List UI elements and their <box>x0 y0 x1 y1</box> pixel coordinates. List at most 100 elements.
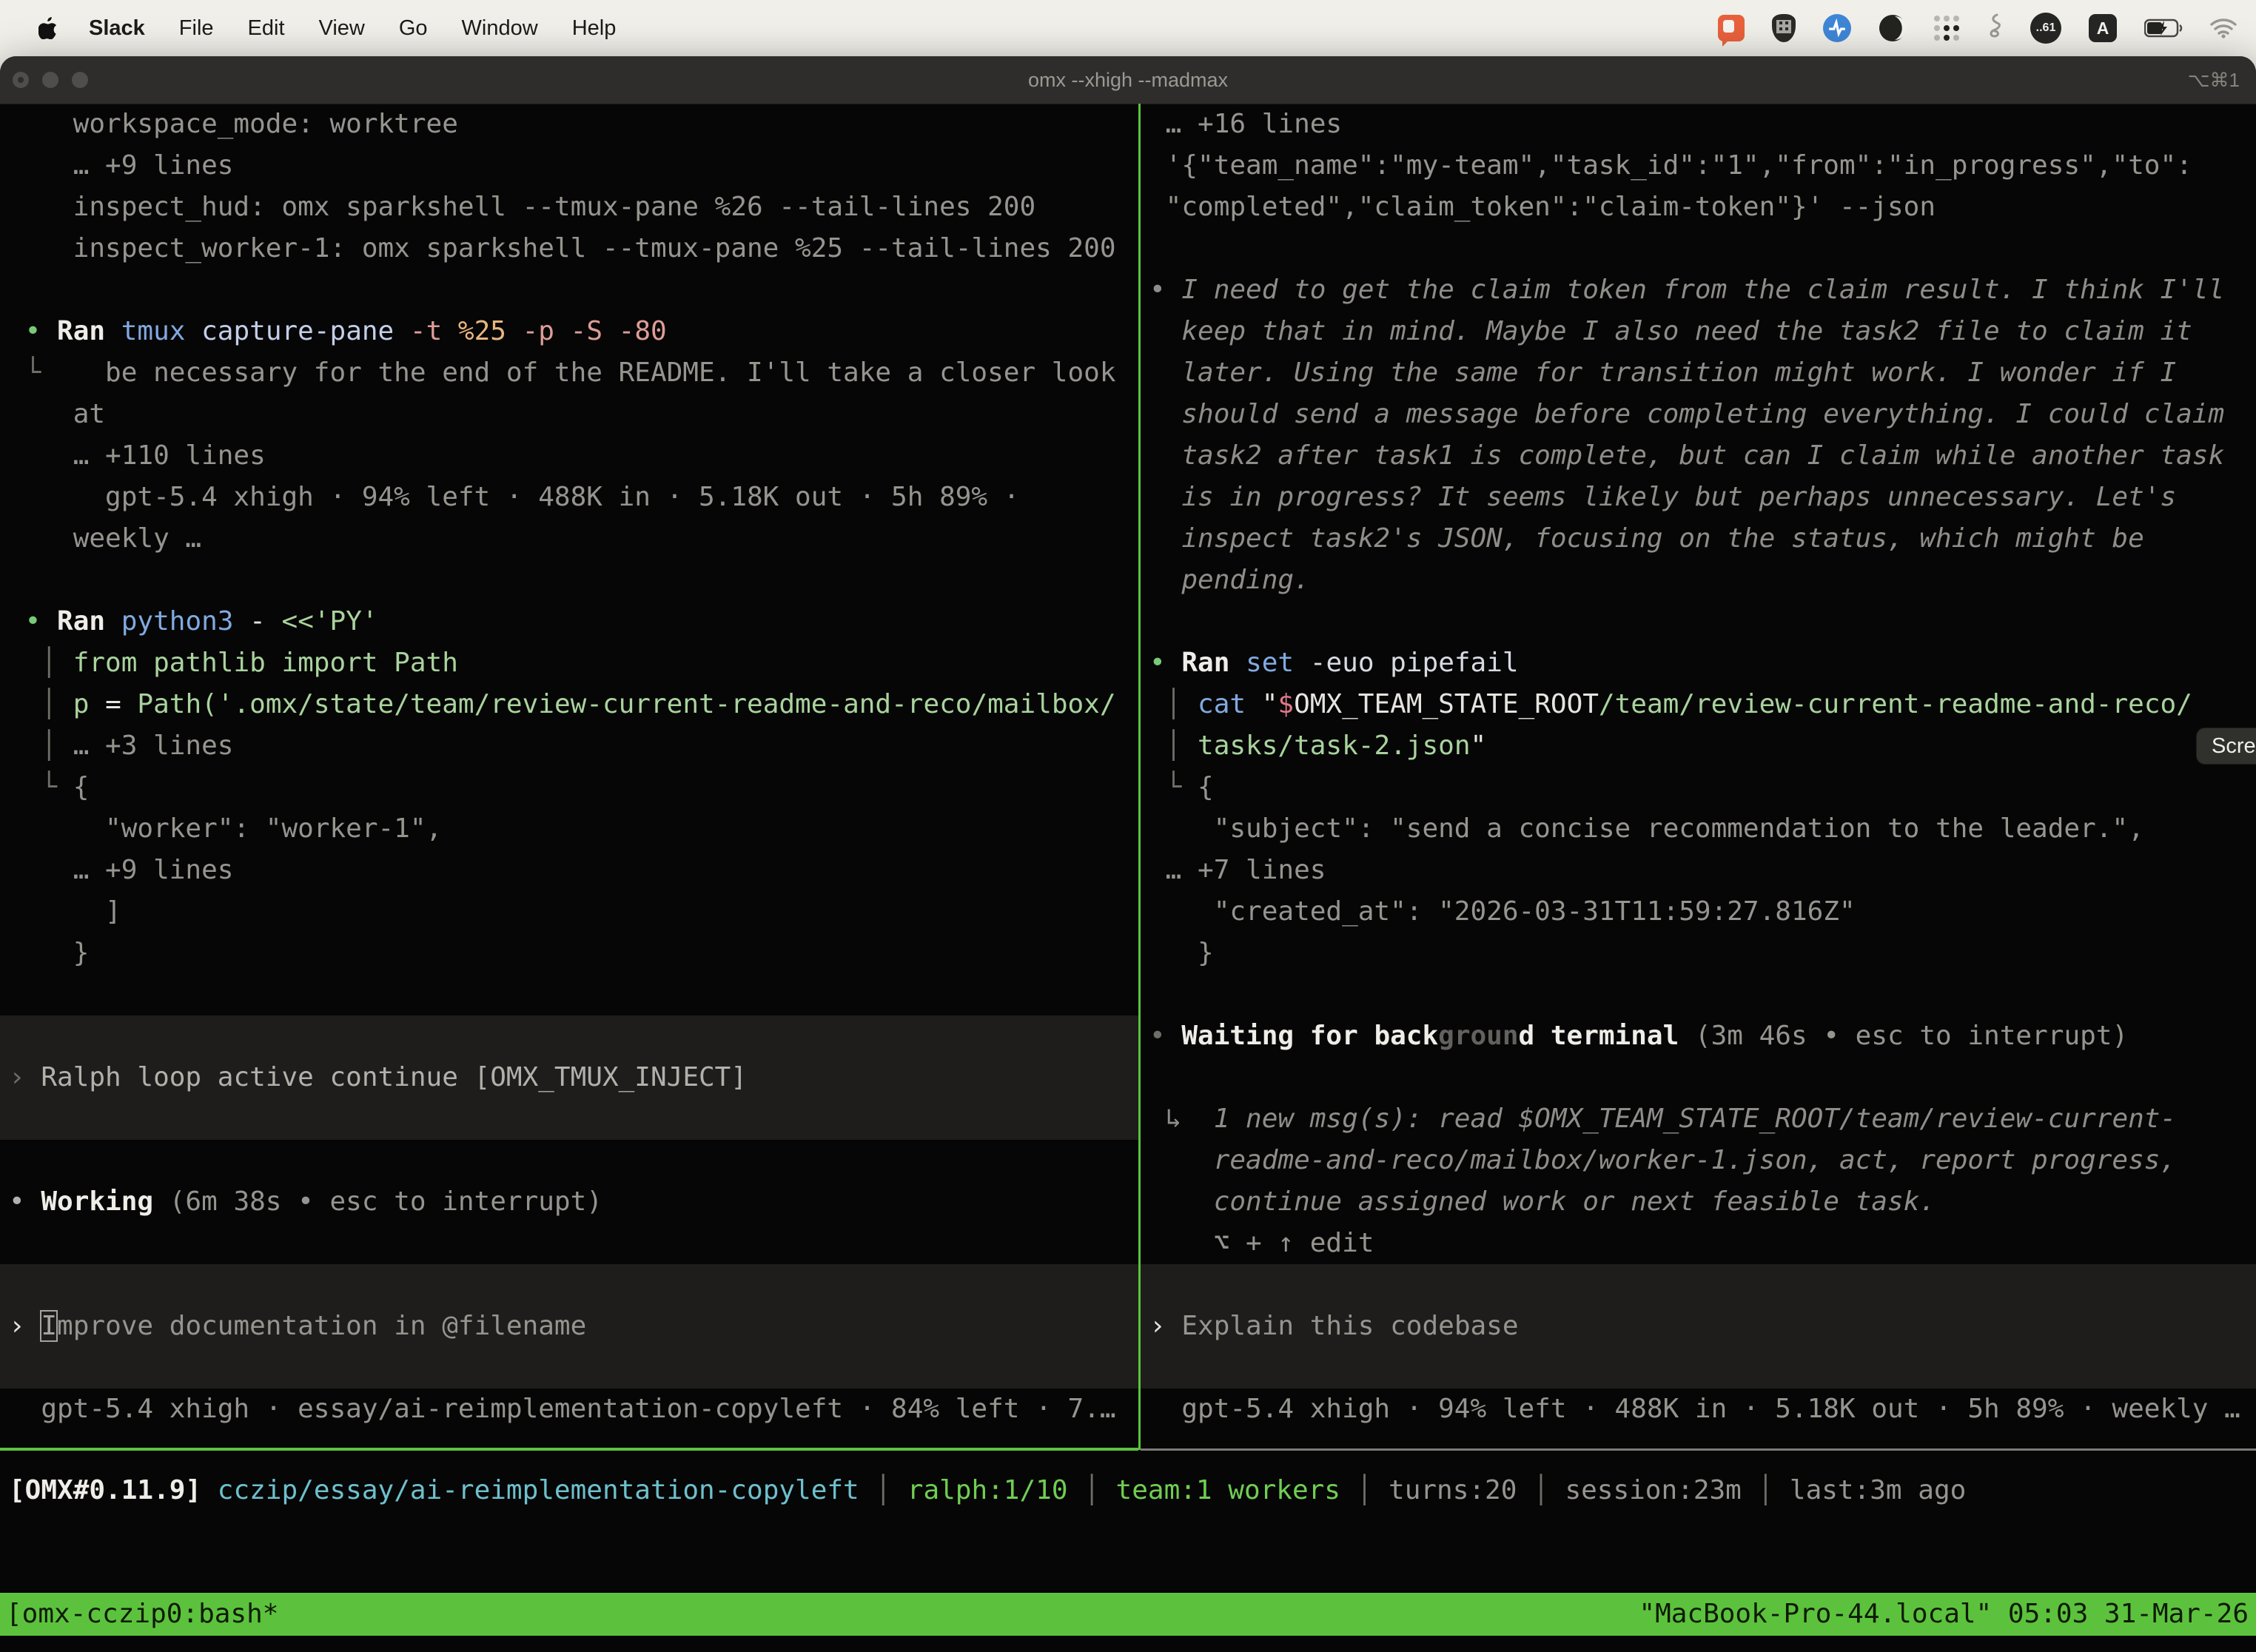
terminal-line <box>1141 1347 2256 1389</box>
terminal-line: inspect_worker-1: omx sparkshell --tmux-… <box>0 228 1138 269</box>
terminal-line <box>0 560 1138 601</box>
menu-item-view[interactable]: View <box>319 16 365 41</box>
terminal-line: gpt-5.4 xhigh · essay/ai-reimplementatio… <box>0 1389 1138 1430</box>
squiggle-icon[interactable] <box>1987 13 2003 43</box>
window-shortcut: ⌥⌘1 <box>2188 56 2240 104</box>
terminal-line: keep that in mind. Maybe I also need the… <box>1141 311 2256 352</box>
moon-toggle-icon[interactable] <box>1879 14 1907 42</box>
screenshot-tooltip: Scre <box>2196 728 2256 765</box>
terminal-line <box>1141 1057 2256 1098</box>
terminal-line: • I need to get the claim token from the… <box>1141 269 2256 311</box>
pane-bottom-border-inactive <box>1141 1448 2256 1451</box>
screen: { "colors":{ "accent_green":"#5cc23d","b… <box>0 0 2256 1652</box>
terminal-line: at <box>0 394 1138 435</box>
terminal-line: • Ran set -euo pipefail <box>1141 642 2256 684</box>
terminal-line: "created_at": "2026-03-31T11:59:27.816Z" <box>1141 891 2256 933</box>
terminal-line: │ cat "$OMX_TEAM_STATE_ROOT/team/review-… <box>1141 684 2256 725</box>
apple-logo-icon <box>38 17 58 39</box>
terminal-line <box>0 1347 1138 1389</box>
terminal-line <box>0 1140 1138 1181</box>
terminal-line: • Working (6m 38s • esc to interrupt) <box>0 1181 1138 1223</box>
terminal-line: is in progress? It seems likely but perh… <box>1141 477 2256 518</box>
terminal-line <box>0 269 1138 311</box>
terminal-line: '{"team_name":"my-team","task_id":"1","f… <box>1141 145 2256 187</box>
count-badge-icon[interactable]: ..61 <box>2030 13 2061 44</box>
terminal-line: ↳ 1 new msg(s): read $OMX_TEAM_STATE_ROO… <box>1141 1098 2256 1140</box>
tmux-status-bar: [omx-cczip0:bash* "MacBook-Pro-44.local"… <box>0 1593 2256 1636</box>
terminal-line <box>0 1264 1138 1306</box>
terminal-line: "completed","claim_token":"claim-token"}… <box>1141 187 2256 228</box>
terminal-line: › Improve documentation in @filename <box>0 1306 1138 1347</box>
pulse-icon[interactable] <box>1823 14 1851 42</box>
terminal-line <box>0 1098 1138 1140</box>
terminal-line: • Waiting for background terminal (3m 46… <box>1141 1015 2256 1057</box>
terminal-line: │ … +3 lines <box>0 725 1138 767</box>
menu-item-file[interactable]: File <box>179 16 214 41</box>
chat-app-icon[interactable] <box>1718 15 1745 41</box>
terminal-line: later. Using the same for transition mig… <box>1141 352 2256 394</box>
tmux-host-clock: "MacBook-Pro-44.local" 05:03 31-Mar-26 <box>1639 1593 2249 1636</box>
terminal-line <box>1141 601 2256 642</box>
terminal-line: … +16 lines <box>1141 104 2256 145</box>
terminal-line: continue assigned work or next feasible … <box>1141 1181 2256 1223</box>
left-terminal-pane[interactable]: workspace_mode: worktree … +9 lines insp… <box>0 104 1138 1448</box>
terminal-line: should send a message before completing … <box>1141 394 2256 435</box>
terminal-line: └ { <box>1141 767 2256 808</box>
terminal-line <box>1141 974 2256 1015</box>
menu-items: Slack File Edit View Go Window Help <box>89 16 616 41</box>
terminal-line: … +9 lines <box>0 145 1138 187</box>
terminal-line: └ { <box>0 767 1138 808</box>
terminal-line: task2 after task1 is complete, but can I… <box>1141 435 2256 477</box>
terminal-line: › Explain this codebase <box>1141 1306 2256 1347</box>
terminal-line <box>0 974 1138 1015</box>
terminal-line: inspect_hud: omx sparkshell --tmux-pane … <box>0 187 1138 228</box>
right-terminal-pane[interactable]: … +16 lines '{"team_name":"my-team","tas… <box>1141 104 2256 1448</box>
menu-item-slack[interactable]: Slack <box>89 16 145 41</box>
terminal-line: › Ralph loop active continue [OMX_TMUX_I… <box>0 1057 1138 1098</box>
menu-item-window[interactable]: Window <box>462 16 538 41</box>
terminal-line: │ p = Path('.omx/state/team/review-curre… <box>0 684 1138 725</box>
keyboard-layout-icon[interactable]: A <box>2089 14 2117 42</box>
terminal-line <box>0 1223 1138 1264</box>
window-titlebar[interactable]: omx --xhigh --madmax ⌥⌘1 <box>0 56 2256 104</box>
terminal-line: … +7 lines <box>1141 850 2256 891</box>
terminal-line: inspect task2's JSON, focusing on the st… <box>1141 518 2256 560</box>
menu-item-edit[interactable]: Edit <box>248 16 285 41</box>
omx-status-line: [OMX#0.11.9] cczip/essay/ai-reimplementa… <box>9 1470 1966 1511</box>
terminal-window: omx --xhigh --madmax ⌥⌘1 workspace_mode:… <box>0 56 2256 1652</box>
terminal-line: • Ran python3 - <<'PY' <box>0 601 1138 642</box>
terminal-line: workspace_mode: worktree <box>0 104 1138 145</box>
terminal-line: } <box>1141 933 2256 974</box>
pane-bottom-border-active <box>0 1448 1138 1451</box>
terminal-line: gpt-5.4 xhigh · 94% left · 488K in · 5.1… <box>0 477 1138 518</box>
terminal-line <box>1141 228 2256 269</box>
menu-item-go[interactable]: Go <box>399 16 428 41</box>
terminal-line: ] <box>0 891 1138 933</box>
menu-bar: Slack File Edit View Go Window Help ..61 A <box>0 0 2256 56</box>
tmux-session-label: [omx-cczip0:bash* <box>6 1593 278 1636</box>
menu-item-help[interactable]: Help <box>572 16 617 41</box>
menu-status-icons: ..61 A <box>1718 0 2237 56</box>
dots-grid-icon[interactable] <box>1934 16 1959 41</box>
terminal-line: weekly … <box>0 518 1138 560</box>
terminal-line: "subject": "send a concise recommendatio… <box>1141 808 2256 850</box>
terminal-line: readme-and-reco/mailbox/worker-1.json, a… <box>1141 1140 2256 1181</box>
terminal-line <box>0 1015 1138 1057</box>
wifi-icon[interactable] <box>2210 18 2237 38</box>
terminal-line: … +110 lines <box>0 435 1138 477</box>
terminal-line: "worker": "worker-1", <box>0 808 1138 850</box>
terminal-line: │ from pathlib import Path <box>0 642 1138 684</box>
shield-icon[interactable] <box>1772 14 1796 42</box>
terminal-line: • Ran tmux capture-pane -t %25 -p -S -80 <box>0 311 1138 352</box>
terminal-line <box>1141 1264 2256 1306</box>
terminal-line: … +9 lines <box>0 850 1138 891</box>
terminal-line: │ tasks/task-2.json" <box>1141 725 2256 767</box>
battery-icon[interactable] <box>2144 19 2183 38</box>
terminal-line: ⌥ + ↑ edit <box>1141 1223 2256 1264</box>
terminal-line: gpt-5.4 xhigh · 94% left · 488K in · 5.1… <box>1141 1389 2256 1430</box>
terminal-line: } <box>0 933 1138 974</box>
apple-menu-icon[interactable] <box>38 17 58 39</box>
terminal-line: pending. <box>1141 560 2256 601</box>
window-title: omx --xhigh --madmax <box>0 56 2256 104</box>
terminal-line: └ be necessary for the end of the README… <box>0 352 1138 394</box>
